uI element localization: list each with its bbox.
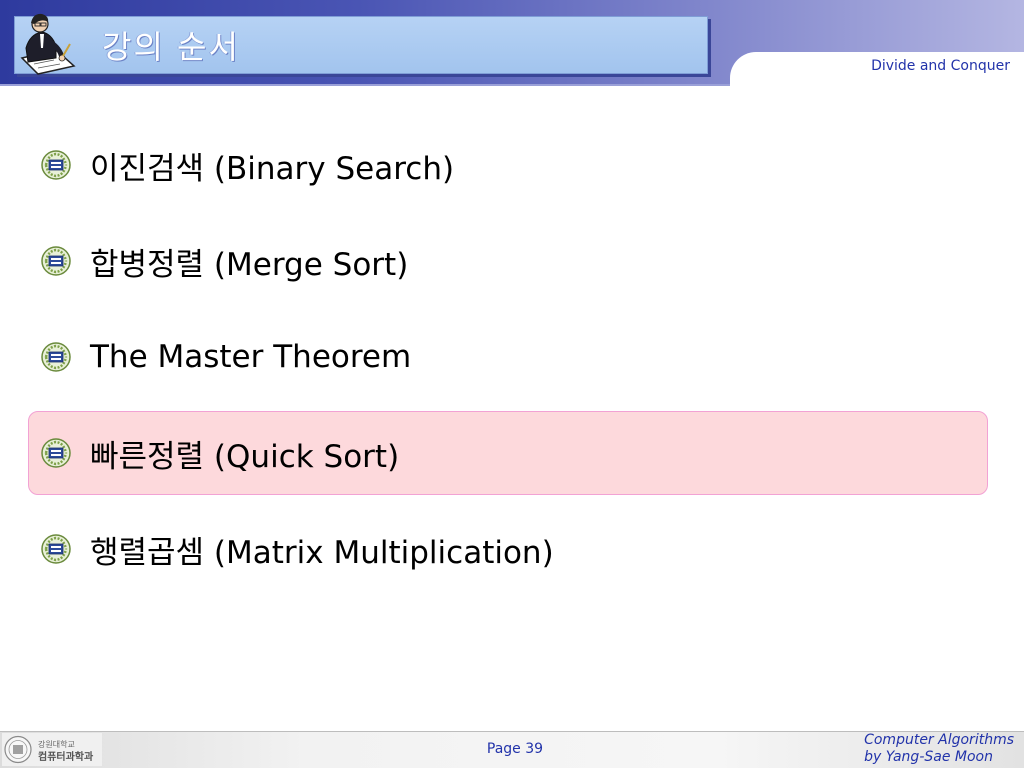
page-number: Page 39: [486, 741, 544, 757]
university-emblem-icon: [41, 342, 71, 372]
list-item: The Master Theorem: [40, 337, 411, 377]
bullet-text: 행렬곱셈 (Matrix Multiplication): [90, 534, 554, 571]
university-emblem-icon: [41, 150, 71, 180]
university-emblem-icon: [41, 534, 71, 564]
slide: 강의 순서 Divide and Conquer 이진검색 (Binary Se…: [0, 0, 1024, 768]
footer-credit: Computer Algorithms by Yang-Sae Moon: [864, 732, 1014, 766]
bullet-text: The Master Theorem: [90, 339, 412, 375]
professor-writing-icon: [20, 13, 76, 75]
bullet-text: 합병정렬 (Merge Sort): [90, 246, 409, 283]
course-name: Computer Algorithms: [864, 732, 1014, 748]
author-name: by Yang-Sae Moon: [864, 749, 993, 765]
university-emblem-icon: [41, 246, 71, 276]
list-item: 합병정렬 (Merge Sort): [40, 241, 409, 283]
list-item: 행렬곱셈 (Matrix Multiplication): [40, 529, 554, 571]
list-item-highlighted: 빠른정렬 (Quick Sort): [40, 433, 400, 475]
list-item: 이진검색 (Binary Search): [40, 145, 455, 187]
bullet-text: 빠른정렬 (Quick Sort): [90, 438, 400, 475]
topic-subtitle: Divide and Conquer: [871, 58, 1010, 74]
footer-logo-line2: 컴퓨터과학과: [38, 750, 94, 763]
page-title: 강의 순서: [102, 28, 240, 66]
bullet-text: 이진검색 (Binary Search): [90, 150, 455, 187]
footer-logo-line1: 강원대학교: [38, 739, 75, 749]
university-seal-icon: 강원대학교 컴퓨터과학과: [2, 733, 102, 766]
university-emblem-icon: [41, 438, 71, 468]
